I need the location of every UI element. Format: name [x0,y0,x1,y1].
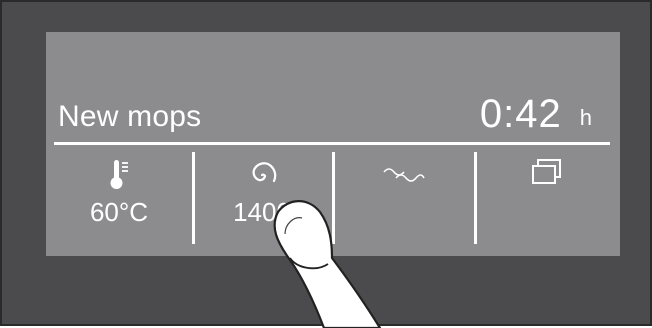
spin-speed-icon [252,162,277,183]
program-name: New mops [58,100,202,133]
extra-options-icon [532,159,561,184]
temperature-option[interactable]: 60°C [46,146,192,256]
display-divider [54,142,610,145]
thermometer-icon [110,160,128,189]
control-display: New mops 0:42 h 60°C 1400 [46,32,620,256]
appliance-bezel: New mops 0:42 h 60°C 1400 [0,0,652,328]
rinse-option[interactable] [332,146,474,256]
rinse-icon [383,168,425,182]
extra-options[interactable] [474,146,620,256]
remaining-time-value: 0:42 [479,92,562,136]
remaining-time: 0:42 h [480,94,592,134]
temperature-value: 60°C [89,197,149,227]
spin-speed-option[interactable]: 1400 [192,146,332,256]
spin-speed-value: 1400 [233,197,291,227]
remaining-time-unit: h [579,105,592,130]
